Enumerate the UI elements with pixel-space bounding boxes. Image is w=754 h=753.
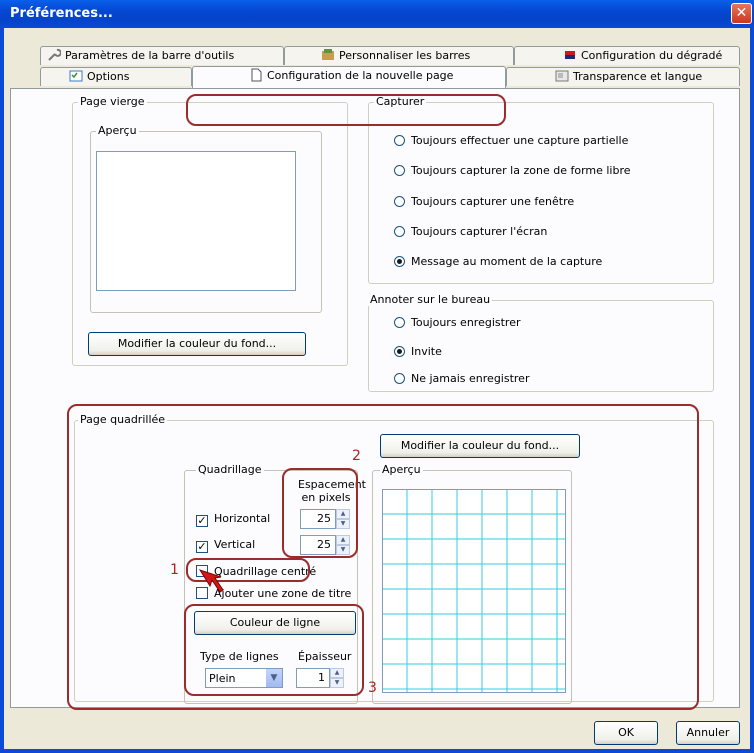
radio-button[interactable] [394,317,405,328]
transparency-icon [555,70,569,82]
toolbar-icon [322,49,334,60]
close-icon[interactable]: ✕ [731,3,752,24]
option-label: Ne jamais enregistrer [411,372,530,385]
desktop-option-never-save[interactable]: Ne jamais enregistrer [394,372,529,386]
option-label: Toujours effectuer une capture partielle [411,134,629,147]
desktop-option-always-save[interactable]: Toujours enregistrer [394,316,521,330]
tab-label: Configuration de la nouvelle page [267,69,454,82]
capture-option-window[interactable]: Toujours capturer une fenêtre [394,195,574,209]
tab-options[interactable]: Options [40,67,192,86]
annotation-active-tab [186,94,506,126]
capture-option-screen[interactable]: Toujours capturer l'écran [394,225,547,239]
option-label: Toujours enregistrer [411,316,521,329]
cancel-button[interactable]: Annuler [676,721,740,745]
option-label: Invite [411,345,442,358]
annotation-number-2: 2 [352,448,361,464]
capture-option-partial[interactable]: Toujours effectuer une capture partielle [394,134,628,148]
radio-button[interactable] [394,196,405,207]
radio-button[interactable] [394,346,405,357]
annotation-line-settings [184,604,364,696]
radio-button[interactable] [394,165,405,176]
tab-toolbar-settings[interactable]: Paramètres de la barre d'outils [40,46,284,65]
window-title: Préférences... [10,6,113,21]
option-label: Toujours capturer la zone de forme libre [411,164,631,177]
annotation-grid-page [67,404,699,710]
option-label: Toujours capturer l'écran [411,225,548,238]
window-border [0,749,754,753]
options-icon [69,70,83,82]
tab-transparency-language[interactable]: Transparence et langue [506,67,740,86]
annotation-spacing [282,468,358,558]
tab-label: Configuration du dégradé [581,49,723,62]
option-label: Message au moment de la capture [411,255,603,268]
tab-label: Options [87,70,130,83]
annotation-number-1: 1 [170,562,179,578]
ok-button[interactable]: OK [594,721,658,745]
wrench-icon [48,48,61,61]
capture-option-freeform[interactable]: Toujours capturer la zone de forme libre [394,164,631,178]
tab-label: Personnaliser les barres [339,49,471,62]
radio-button[interactable] [394,226,405,237]
radio-button[interactable] [394,256,405,267]
tab-label: Paramètres de la barre d'outils [65,49,235,62]
page-icon [251,68,262,82]
window-border [0,28,4,753]
annotation-number-3: 3 [368,680,377,696]
title-bar: Préférences... ✕ [0,0,754,28]
tab-gradient-config[interactable]: Configuration du dégradé [514,46,740,65]
desktop-annotate-title: Annoter sur le bureau [368,293,493,306]
blank-preview-box [96,151,296,291]
option-label: Toujours capturer une fenêtre [411,195,575,208]
blank-preview-title: Aperçu [96,124,139,137]
radio-button[interactable] [394,135,405,146]
desktop-option-prompt[interactable]: Invite [394,345,442,359]
blank-page-title: Page vierge [78,95,147,108]
tab-label: Transparence et langue [573,70,703,83]
radio-button[interactable] [394,373,405,384]
capture-option-prompt[interactable]: Message au moment de la capture [394,255,602,269]
tab-new-page-config[interactable]: Configuration de la nouvelle page [192,66,506,88]
window-border [750,28,754,753]
red-arrow-pointer-icon [198,569,224,593]
gradient-icon [565,51,575,59]
tab-customize-bars[interactable]: Personnaliser les barres [284,46,514,65]
blank-bg-color-button[interactable]: Modifier la couleur du fond... [88,332,306,356]
